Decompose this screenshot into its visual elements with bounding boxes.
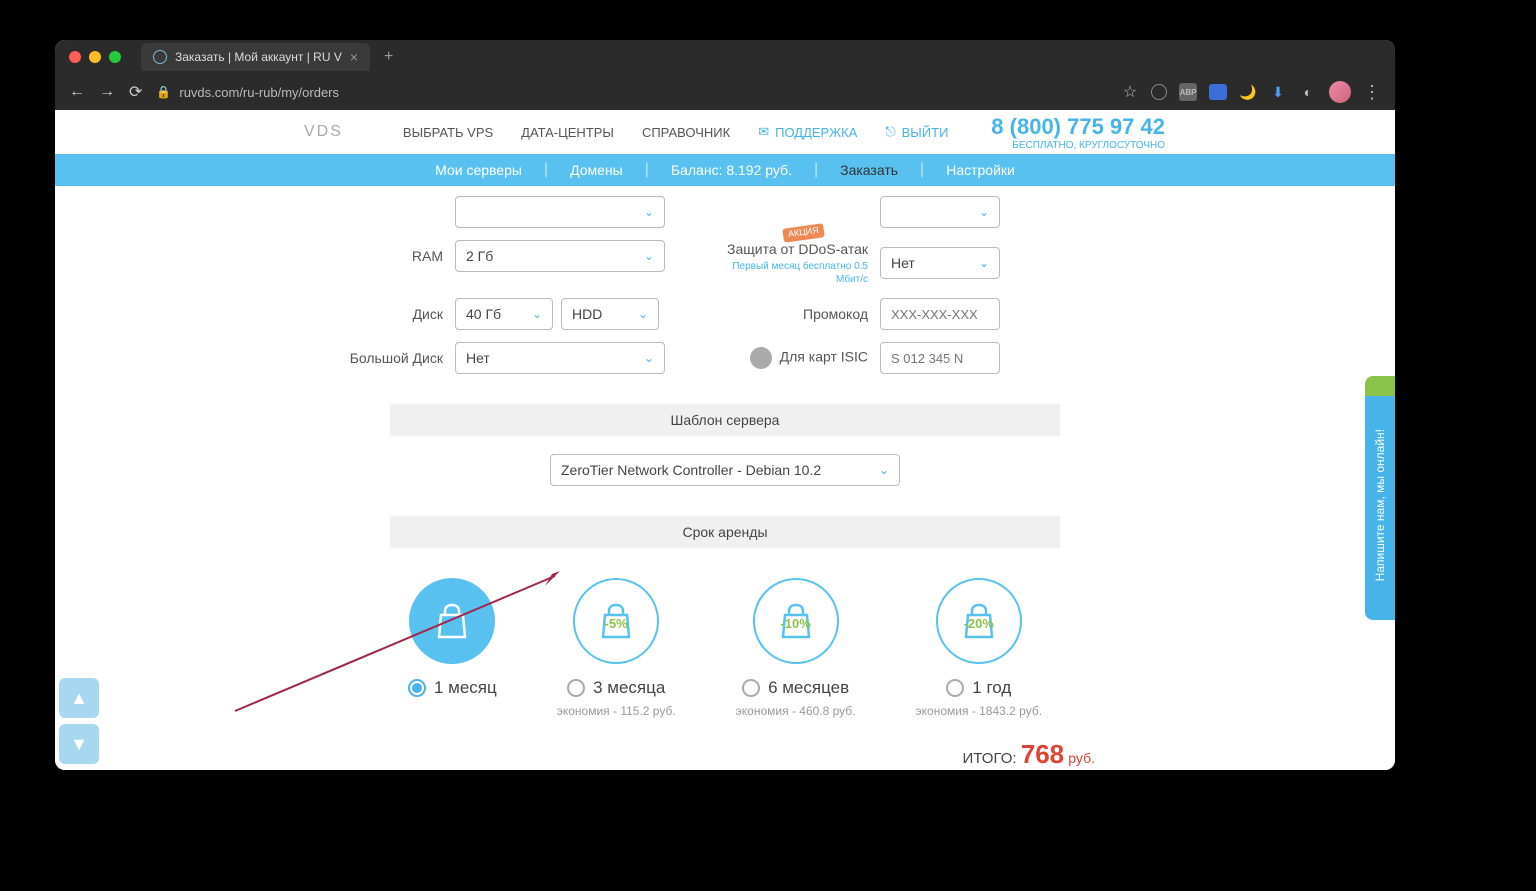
rental-options: 1 месяц -5% 3 месяц — [345, 578, 1105, 718]
bigdisk-select[interactable]: Нет ⌄ — [455, 342, 665, 374]
browser-window: Заказать | Мой аккаунт | RU V × + ← → ⟳ … — [55, 40, 1395, 770]
phone-number[interactable]: 8 (800) 775 97 42 — [991, 114, 1165, 140]
ddos-label: АКЦИЯ Защита от DDoS-атак Первый месяц б… — [725, 240, 880, 286]
radio-icon — [742, 679, 760, 697]
subnav-order[interactable]: Заказать — [818, 162, 920, 178]
titlebar: Заказать | Мой аккаунт | RU V × + — [55, 40, 1395, 74]
disk-type-select[interactable]: HDD ⌄ — [561, 298, 659, 330]
browser-tab[interactable]: Заказать | Мой аккаунт | RU V × — [141, 43, 370, 71]
chat-text: Напишите нам, мы онлайн! — [1373, 429, 1387, 581]
translate-icon[interactable] — [1209, 84, 1227, 100]
main-nav: ВЫБРАТЬ VPS ДАТА-ЦЕНТРЫ СПРАВОЧНИК ✉ ПОД… — [403, 124, 949, 140]
maximize-window-icon[interactable] — [109, 51, 121, 63]
favicon-icon — [153, 50, 167, 64]
new-tab-button[interactable]: + — [384, 48, 393, 66]
url-field[interactable]: 🔒 ruvds.com/ru-rub/my/orders — [156, 85, 1107, 100]
nav-reference[interactable]: СПРАВОЧНИК — [642, 125, 730, 140]
chat-widget[interactable]: Напишите нам, мы онлайн! — [1365, 390, 1395, 620]
tab-title: Заказать | Мой аккаунт | RU V — [175, 50, 342, 64]
rental-circle: -10% — [753, 578, 839, 664]
chevron-down-icon: ⌄ — [644, 205, 654, 219]
promo-input[interactable] — [880, 298, 1000, 330]
chevron-down-icon: ⌄ — [979, 205, 989, 219]
chevron-down-icon: ⌄ — [644, 249, 654, 263]
chevron-down-icon: ⌄ — [638, 307, 648, 321]
radio-icon — [408, 679, 426, 697]
chevron-down-icon: ⌄ — [879, 463, 889, 477]
rental-section-header: Срок аренды — [390, 516, 1060, 548]
close-window-icon[interactable] — [69, 51, 81, 63]
profile-avatar[interactable] — [1329, 81, 1351, 103]
reload-button[interactable]: ⟳ — [129, 82, 142, 102]
logo-text: VDS — [304, 123, 343, 141]
nav-datacenters[interactable]: ДАТА-ЦЕНТРЫ — [521, 125, 614, 140]
bookmark-icon[interactable]: ☆ — [1121, 83, 1139, 101]
rental-circle: -20% — [936, 578, 1022, 664]
scroll-up-button[interactable]: ▲ — [59, 678, 99, 718]
account-subnav: Мои серверы | Домены | Баланс: 8.192 руб… — [55, 154, 1395, 186]
minimize-window-icon[interactable] — [89, 51, 101, 63]
disk-size-select[interactable]: 40 Гб ⌄ — [455, 298, 553, 330]
forward-button[interactable]: → — [99, 83, 115, 101]
select-top-left[interactable]: ⌄ — [455, 196, 665, 228]
total-block: ИТОГО: 768 руб. — [963, 739, 1096, 770]
scroll-down-button[interactable]: ▼ — [59, 724, 99, 764]
nav-logout[interactable]: ⎋ ВЫЙТИ — [885, 124, 948, 140]
page-content: RU VDS ВЫБРАТЬ VPS ДАТА-ЦЕНТРЫ СПРАВОЧНИ… — [55, 110, 1395, 770]
chevron-down-icon: ⌄ — [979, 256, 989, 270]
mail-icon: ✉ — [758, 124, 769, 140]
site-header: RU VDS ВЫБРАТЬ VPS ДАТА-ЦЕНТРЫ СПРАВОЧНИ… — [55, 110, 1395, 154]
back-button[interactable]: ← — [69, 83, 85, 101]
extension-icons: ☆ ABP 🌙 ⬇ ◐ ⋮ — [1121, 81, 1381, 103]
chevron-down-icon: ⌄ — [644, 351, 654, 365]
nav-support[interactable]: ✉ ПОДДЕРЖКА — [758, 124, 857, 140]
bag-icon — [432, 601, 472, 641]
rental-circle — [409, 578, 495, 664]
select-top-right[interactable]: ⌄ — [880, 196, 1000, 228]
promo-label: Промокод — [725, 305, 880, 323]
rental-option-6-months[interactable]: -10% 6 месяцев экономия - 460.8 руб. — [736, 578, 856, 718]
download-icon[interactable]: ⬇ — [1269, 83, 1287, 101]
subnav-my-servers[interactable]: Мои серверы — [413, 162, 544, 178]
chevron-down-icon: ⌄ — [532, 307, 542, 321]
ddos-select[interactable]: Нет ⌄ — [880, 247, 1000, 279]
disk-label: Диск — [345, 306, 455, 323]
isic-label: Для карт ISIC — [725, 347, 880, 369]
template-select[interactable]: ZeroTier Network Controller - Debian 10.… — [550, 454, 900, 486]
isic-icon — [750, 347, 772, 369]
rental-option-3-months[interactable]: -5% 3 месяца экономия - 115.2 руб. — [557, 578, 676, 718]
abp-icon[interactable]: ABP — [1179, 83, 1197, 101]
subnav-domains[interactable]: Домены — [548, 162, 645, 178]
rental-option-1-month[interactable]: 1 месяц — [408, 578, 497, 718]
rental-circle: -5% — [573, 578, 659, 664]
extension-icon[interactable]: ◐ — [1299, 83, 1317, 101]
rental-option-1-year[interactable]: -20% 1 год экономия - 1843.2 руб. — [916, 578, 1043, 718]
logout-icon: ⎋ — [885, 124, 895, 140]
lock-icon: 🔒 — [156, 85, 171, 99]
radio-icon — [567, 679, 585, 697]
order-form: ⌄ ⌄ RAM 2 Гб — [55, 186, 1395, 718]
logo[interactable]: RU VDS — [300, 123, 343, 141]
ram-select[interactable]: 2 Гб ⌄ — [455, 240, 665, 272]
phone-subtext: БЕСПЛАТНО, КРУГЛОСУТОЧНО — [991, 140, 1165, 151]
moon-icon[interactable]: 🌙 — [1239, 83, 1257, 101]
window-controls — [69, 51, 121, 63]
url-text: ruvds.com/ru-rub/my/orders — [179, 85, 339, 100]
globe-icon[interactable] — [1151, 84, 1167, 100]
template-section-header: Шаблон сервера — [390, 404, 1060, 436]
subnav-settings[interactable]: Настройки — [924, 162, 1037, 178]
isic-input[interactable] — [880, 342, 1000, 374]
tab-close-icon[interactable]: × — [350, 49, 358, 65]
bigdisk-label: Большой Диск — [345, 350, 455, 367]
radio-icon — [946, 679, 964, 697]
ram-label: RAM — [345, 248, 455, 265]
phone-block: 8 (800) 775 97 42 БЕСПЛАТНО, КРУГЛОСУТОЧ… — [991, 114, 1165, 151]
scroll-buttons: ▲ ▼ — [59, 678, 99, 764]
address-bar: ← → ⟳ 🔒 ruvds.com/ru-rub/my/orders ☆ ABP… — [55, 74, 1395, 110]
browser-menu-icon[interactable]: ⋮ — [1363, 83, 1381, 101]
subnav-balance[interactable]: Баланс: 8.192 руб. — [649, 162, 814, 178]
nav-choose-vps[interactable]: ВЫБРАТЬ VPS — [403, 125, 493, 140]
